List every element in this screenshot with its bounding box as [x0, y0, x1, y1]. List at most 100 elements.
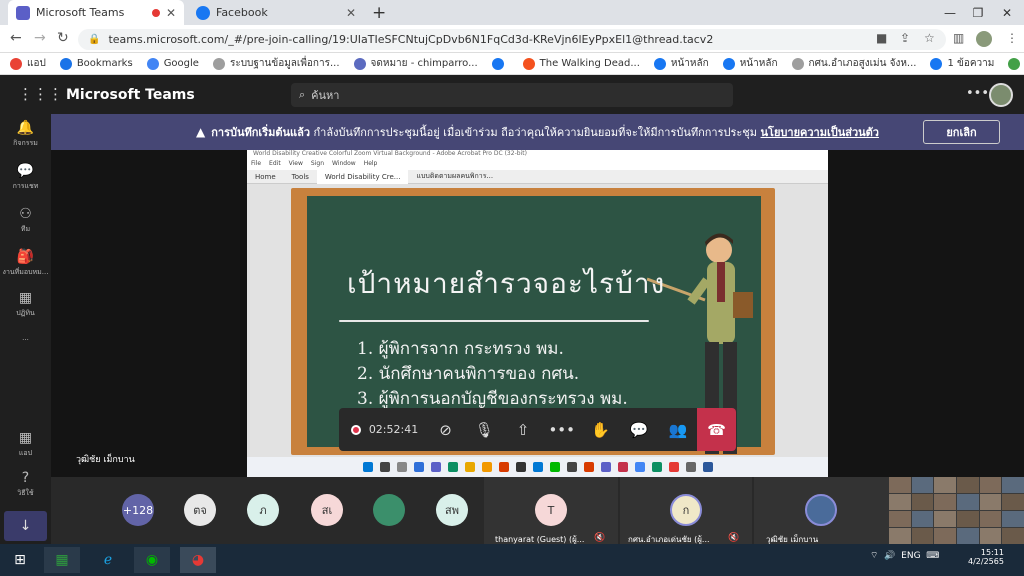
search-input[interactable]: ⌕ ค้นหา [291, 83, 733, 107]
bookmark-label: กศน.อำเภอสูงเม่น จังห... [808, 58, 917, 69]
back-button[interactable]: ← [10, 30, 22, 46]
calendar-icon: ▦ [18, 290, 33, 306]
participant-avatar[interactable] [373, 494, 405, 526]
rail-label: การแชท [12, 182, 39, 190]
close-tab-icon[interactable]: ✕ [346, 6, 356, 20]
share-screen-icon[interactable]: ⇧ [504, 408, 543, 451]
facebook-icon [930, 57, 943, 70]
video-thumbnail [979, 494, 1002, 510]
acrobat-tab: Tools [291, 172, 309, 181]
clock[interactable]: 15:11 4/2/2565 [968, 548, 1004, 566]
facebook-icon [653, 57, 666, 70]
participant-avatar[interactable]: ตจ [184, 494, 216, 526]
camera-off-icon[interactable]: ⊘ [426, 408, 465, 451]
share-icon[interactable]: ⇪ [900, 31, 910, 45]
chrome-icon[interactable]: ◕ [180, 547, 216, 573]
participant-avatar [805, 494, 837, 526]
volume-icon[interactable]: 🔊 [884, 551, 895, 561]
url-text: teams.microsoft.com/_#/pre-join-calling/… [108, 33, 714, 46]
rail-item[interactable]: ... [0, 332, 51, 342]
bookmark-item[interactable]: ระบบฐานข้อมูลเพื่อการ... [212, 56, 340, 71]
google-icon [146, 57, 159, 70]
address-bar[interactable]: 🔒 teams.microsoft.com/_#/pre-join-callin… [78, 29, 946, 50]
bookmark-item[interactable]: The Walking Dead... [522, 57, 640, 70]
chat-icon: 💬 [16, 163, 35, 179]
restore-button[interactable]: ❐ [963, 0, 993, 25]
bookmark-item[interactable]: จดหมาย - chimparro... [353, 56, 478, 71]
close-tab-icon[interactable]: ✕ [166, 6, 176, 20]
recording-icon [351, 424, 361, 435]
globe-icon [791, 57, 804, 70]
video-thumbnail [956, 528, 979, 544]
rail-label: ... [22, 334, 29, 342]
more-options-icon[interactable]: ••• [966, 86, 989, 101]
rail-item[interactable]: ▦ แอป [0, 430, 51, 459]
camera-icon[interactable]: ■ [876, 31, 887, 45]
bookmark-item[interactable]: Bookmarks [59, 57, 133, 70]
profile-avatar[interactable] [976, 31, 992, 47]
tab-title: Facebook [216, 6, 268, 19]
hang-up-button[interactable]: ☎ [697, 408, 736, 451]
minimize-button[interactable]: — [935, 0, 965, 25]
forward-button[interactable]: → [34, 30, 46, 46]
bookmark-item[interactable]: หน้าหลัก [722, 56, 778, 71]
video-thumbnail [889, 511, 911, 527]
bookmark-item[interactable]: กศน.อำเภอสูงเม่น จังห... [791, 56, 917, 71]
video-thumbnail [1002, 511, 1024, 527]
acrobat-menu: File Edit View Sign Window Help [247, 160, 828, 170]
lang-indicator[interactable]: ENG [901, 551, 920, 561]
bookmark-item[interactable]: o ข้อมูลสถิติสนับสนุนมิติ... [1008, 56, 1024, 71]
bookmark-star-icon[interactable]: ☆ [924, 31, 935, 45]
facebook-icon [491, 57, 504, 70]
privacy-policy-link[interactable]: นโยบายความเป็นส่วนตัว [761, 126, 879, 139]
keyboard-icon[interactable]: ⌨ [926, 551, 939, 561]
tab-facebook[interactable]: Facebook ✕ [188, 0, 364, 25]
bookmark-item[interactable]: Google [146, 57, 199, 70]
raise-hand-icon[interactable]: ✋ [581, 408, 620, 451]
start-icon[interactable]: ⊞ [2, 547, 38, 573]
rail-item[interactable]: 💬 การแชท [0, 163, 51, 192]
bookmark-item[interactable] [491, 57, 509, 70]
cancel-recording-button[interactable]: ยกเลิก [923, 120, 1000, 144]
slide-item: 1. ผู้พิการจาก กระทรวง พม. [357, 339, 564, 359]
rail-item[interactable]: ▦ ปฏิทิน [0, 290, 51, 319]
more-actions-icon[interactable]: ••• [542, 408, 581, 451]
menu-icon[interactable]: ⋮ [1006, 31, 1018, 45]
warning-icon: ▲ [196, 125, 206, 139]
slide-item: 2. นักศึกษาคนพิการของ กศน. [357, 364, 580, 384]
teams-logo-icon [16, 5, 30, 20]
bookmarks-bar: แอป Bookmarks Google ระบบฐานข้อมูลเพื่อการ.… [0, 53, 1024, 75]
participant-avatar[interactable]: สเ [311, 494, 343, 526]
rail-item[interactable]: ? วิธีใช้ [0, 470, 51, 499]
bookmark-item[interactable]: 1 ข้อความ [930, 56, 994, 71]
participants-icon[interactable]: 👥 [659, 408, 698, 451]
rail-item[interactable]: 🎒 งานที่มอบหม... [0, 249, 51, 278]
bookmark-item[interactable]: หน้าหลัก [653, 56, 709, 71]
sidepanel-icon[interactable]: ▥ [953, 31, 964, 45]
rail-item[interactable]: 🔔 กิจกรรม [0, 120, 51, 149]
mic-muted-icon[interactable]: 🎙 [465, 408, 504, 451]
bookmark-item[interactable]: แอป [10, 56, 46, 71]
acrobat-tab: แบบติดตามผลคนพิการ... [416, 172, 494, 180]
line-icon[interactable]: ◉ [134, 547, 170, 573]
reload-button[interactable]: ↻ [57, 30, 69, 46]
user-avatar[interactable] [989, 83, 1013, 107]
new-tab-button[interactable]: + [372, 3, 386, 23]
close-window-button[interactable]: ✕ [992, 0, 1022, 25]
rail-item[interactable]: ⚇ ทีม [0, 206, 51, 235]
chat-icon[interactable]: 💬 [620, 408, 659, 451]
app-launcher-icon[interactable]: ⋮⋮⋮ [18, 85, 63, 103]
tab-microsoft-teams[interactable]: Microsoft Teams ✕ [8, 0, 184, 25]
participant-avatar[interactable]: +128 [122, 494, 154, 526]
participant-avatar[interactable]: สพ [436, 494, 468, 526]
ie-icon[interactable]: ℯ [90, 547, 126, 573]
wifi-icon[interactable]: ⌔ [870, 551, 878, 561]
rail-label: กิจกรรม [13, 139, 38, 147]
banner-text: กำลังบันทึกการประชุมนี้อยู่ เมื่อเข้าร่ว… [310, 126, 761, 139]
excel-icon[interactable]: ▦ [44, 547, 80, 573]
meeting-controls: 02:52:41 ⊘ 🎙 ⇧ ••• ✋ 💬 👥 ☎ [339, 408, 736, 451]
bookmark-label: แอป [27, 58, 46, 69]
app-title: Microsoft Teams [66, 87, 195, 103]
participant-avatar[interactable]: ภ [247, 494, 279, 526]
download-icon[interactable]: ↓ [4, 511, 47, 541]
